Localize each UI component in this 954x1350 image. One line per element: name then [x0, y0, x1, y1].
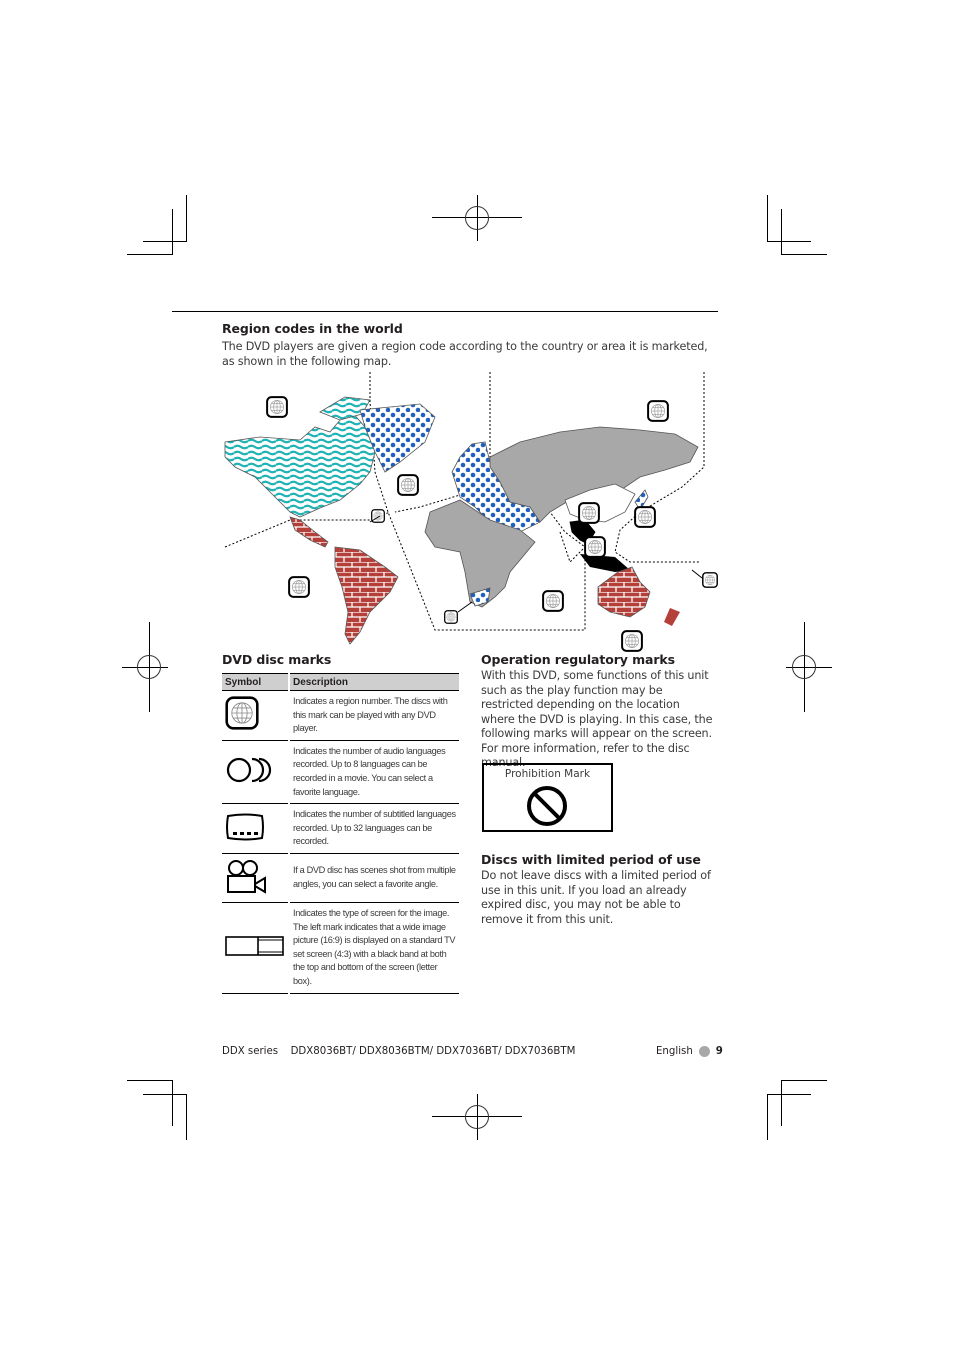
prohibition-icon: [527, 786, 567, 826]
world-region-map: [224, 372, 718, 652]
disc-marks-table: Symbol Description Indicates a region nu…: [222, 673, 459, 994]
column-header-symbol: Symbol: [222, 673, 290, 691]
prohibition-mark-label: Prohibition Mark: [504, 768, 591, 780]
operation-marks-title: Operation regulatory marks: [481, 652, 675, 667]
table-row: Indicates the number of audio languages …: [222, 740, 459, 805]
region-4-new-zealand: [664, 608, 680, 626]
region-4-marker-pacific: [702, 572, 718, 588]
limited-discs-section: Discs with limited period of use Do not …: [481, 852, 716, 927]
limited-discs-title: Discs with limited period of use: [481, 852, 701, 867]
region-codes-title: Region codes in the world: [222, 321, 403, 336]
limited-discs-body: Do not leave discs with a limited period…: [481, 869, 711, 926]
region-codes-section: Region codes in the world The DVD player…: [222, 321, 712, 369]
footer-right: English 9: [656, 1046, 723, 1057]
region-2-marker-south-africa: [444, 610, 458, 624]
region-1-marker: [266, 396, 288, 418]
table-row: Indicates a region number. The discs wit…: [222, 690, 459, 741]
disc-marks-section: DVD disc marks Symbol Description Indica…: [222, 652, 459, 994]
disc-marks-title: DVD disc marks: [222, 652, 332, 667]
multi-angle-camera-icon: [227, 859, 266, 894]
footer-language: English: [656, 1046, 693, 1057]
region-4-marker-south-america: [288, 576, 310, 598]
region-2-marker-greenland: [397, 474, 419, 496]
description-cell: Indicates a region number. The discs wit…: [289, 690, 459, 741]
table-row: If a DVD disc has scenes shot from multi…: [222, 853, 459, 903]
region-4-marker-australia: [621, 630, 643, 652]
description-cell: Indicates the number of audio languages …: [289, 740, 459, 805]
region-6-marker-china: [578, 502, 600, 524]
region-globe-icon: [225, 696, 259, 730]
table-row: Indicates the number of subtitled langua…: [222, 803, 459, 854]
region-3-marker-southeast-asia: [584, 536, 606, 558]
page-number: 9: [715, 1046, 723, 1057]
footer-series: DDX series: [222, 1046, 279, 1057]
marker-leader: [457, 601, 473, 613]
operation-marks-section: Operation regulatory marks With this DVD…: [481, 652, 716, 771]
subtitle-languages-icon: [226, 813, 264, 841]
operation-marks-body: With this DVD, some functions of this un…: [481, 669, 713, 769]
region-4-central-america: [289, 516, 329, 548]
region-1-north-america: [224, 411, 376, 518]
description-cell: Indicates the number of subtitled langua…: [289, 803, 459, 854]
top-rule: [172, 311, 718, 312]
description-cell: Indicates the type of screen for the ima…: [289, 902, 459, 994]
page-dot-icon: [698, 1046, 710, 1057]
region-4-australia: [597, 566, 651, 618]
region-2-marker-japan: [634, 506, 656, 528]
footer-models: DDX8036BT/ DDX8036BTM/ DDX7036BT/ DDX703…: [290, 1046, 576, 1057]
audio-languages-icon: [226, 757, 272, 783]
column-header-description: Description: [289, 673, 459, 691]
footer-left: DDX series DDX8036BT/ DDX8036BTM/ DDX703…: [222, 1046, 575, 1057]
screen-type-icon: [225, 935, 284, 956]
table-row: Indicates the type of screen for the ima…: [222, 902, 459, 994]
description-cell: If a DVD disc has scenes shot from multi…: [289, 853, 459, 903]
prohibition-mark-box: Prohibition Mark: [482, 763, 613, 832]
region-5-marker-russia: [647, 400, 669, 422]
region-5-marker-indian-ocean: [542, 590, 564, 612]
region-4-south-america: [334, 546, 399, 645]
marker-leader: [691, 569, 703, 579]
region-codes-intro: The DVD players are given a region code …: [222, 340, 708, 368]
